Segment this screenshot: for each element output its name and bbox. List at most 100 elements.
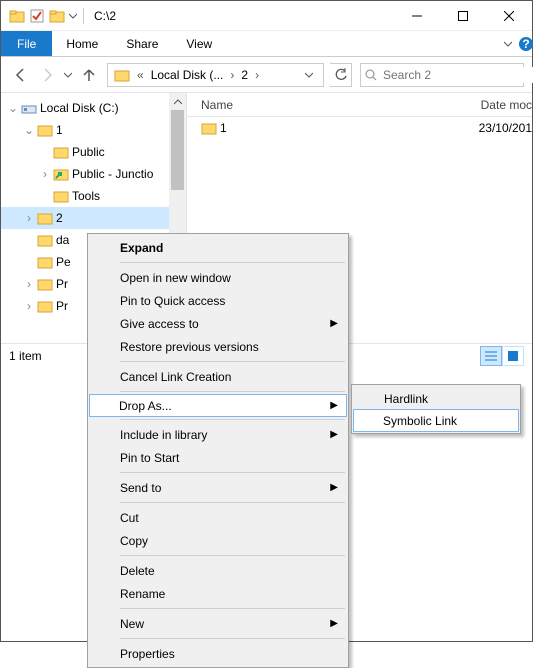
svg-text:?: ?: [522, 37, 529, 51]
chevron-right-icon: ▶: [330, 618, 338, 629]
folder-icon: [37, 210, 53, 226]
tree-item-label[interactable]: Pr: [56, 299, 68, 313]
collapse-icon[interactable]: ⌄: [5, 101, 21, 115]
expand-icon[interactable]: ›: [21, 211, 37, 225]
menu-restore-versions[interactable]: Restore previous versions: [90, 335, 346, 358]
minimize-button[interactable]: [394, 1, 440, 31]
junction-folder-icon: [53, 166, 69, 182]
folder-icon: [37, 232, 53, 248]
collapse-icon[interactable]: ⌄: [21, 123, 37, 137]
expand-icon[interactable]: ›: [37, 167, 53, 181]
menu-copy[interactable]: Copy: [90, 529, 346, 552]
tree-item-label[interactable]: Pe: [56, 255, 71, 269]
address-bar[interactable]: « Local Disk (... › 2 ›: [107, 63, 324, 87]
tree-item-label[interactable]: Tools: [72, 189, 100, 203]
nav-bar: « Local Disk (... › 2 ›: [1, 57, 532, 93]
thumbnails-view-button[interactable]: [502, 346, 524, 366]
menu-pin-start[interactable]: Pin to Start: [90, 446, 346, 469]
menu-rename[interactable]: Rename: [90, 582, 346, 605]
folder-icon: [201, 120, 217, 136]
folder-icon: [110, 64, 134, 86]
chevron-right-icon: ▶: [330, 400, 338, 411]
tree-item-label[interactable]: Local Disk (C:): [40, 101, 119, 115]
separator: [120, 391, 345, 392]
file-name: 1: [220, 121, 479, 135]
close-button[interactable]: [486, 1, 532, 31]
home-tab[interactable]: Home: [52, 31, 112, 56]
maximize-button[interactable]: [440, 1, 486, 31]
folder-icon: [37, 254, 53, 270]
menu-properties[interactable]: Properties: [90, 642, 346, 665]
folder-icon: [53, 144, 69, 160]
scroll-up-icon[interactable]: [169, 93, 186, 110]
address-dropdown-icon[interactable]: [305, 71, 321, 79]
menu-delete[interactable]: Delete: [90, 559, 346, 582]
chevron-right-icon[interactable]: ›: [227, 68, 237, 82]
tree-item-label[interactable]: 2: [56, 211, 63, 225]
search-box[interactable]: [360, 63, 524, 87]
menu-include-library[interactable]: Include in library▶: [90, 423, 346, 446]
back-button[interactable]: [9, 63, 33, 87]
share-tab[interactable]: Share: [112, 31, 172, 56]
drop-as-submenu[interactable]: Hardlink Symbolic Link: [351, 384, 521, 434]
tree-item-label[interactable]: 1: [56, 123, 63, 137]
menu-drop-as[interactable]: Drop As...▶: [89, 394, 347, 417]
separator: [120, 419, 345, 420]
breadcrumb-segment[interactable]: Local Disk (...: [147, 64, 228, 86]
recent-dropdown[interactable]: [61, 63, 75, 87]
separator: [120, 502, 345, 503]
scroll-thumb[interactable]: [171, 110, 184, 190]
chevron-right-icon[interactable]: ›: [252, 68, 262, 82]
menu-cut[interactable]: Cut: [90, 506, 346, 529]
menu-send-to[interactable]: Send to▶: [90, 476, 346, 499]
menu-give-access[interactable]: Give access to▶: [90, 312, 346, 335]
menu-open-new-window[interactable]: Open in new window: [90, 266, 346, 289]
list-item[interactable]: 1 23/10/201: [187, 117, 532, 139]
separator: [120, 608, 345, 609]
expand-icon[interactable]: ›: [21, 277, 37, 291]
menu-new[interactable]: New▶: [90, 612, 346, 635]
search-input[interactable]: [381, 67, 533, 83]
folder-icon: [37, 122, 53, 138]
item-count: 1 item: [9, 349, 42, 363]
view-tab[interactable]: View: [172, 31, 226, 56]
column-date[interactable]: Date moc: [481, 98, 532, 112]
menu-cancel-link[interactable]: Cancel Link Creation: [90, 365, 346, 388]
ribbon-expand-icon[interactable]: [504, 40, 512, 48]
expand-icon[interactable]: ›: [21, 299, 37, 313]
file-date: 23/10/201: [479, 121, 532, 135]
folder-icon: [37, 298, 53, 314]
folder-icon: [53, 188, 69, 204]
details-view-button[interactable]: [480, 346, 502, 366]
separator: [120, 262, 345, 263]
tree-item-label[interactable]: Public - Junctio: [72, 167, 153, 181]
separator: [120, 472, 345, 473]
search-icon: [365, 69, 377, 81]
menu-pin-quick-access[interactable]: Pin to Quick access: [90, 289, 346, 312]
chevron-right-icon: ▶: [330, 318, 338, 329]
tree-item-label[interactable]: Public: [72, 145, 105, 159]
menu-expand[interactable]: Expand: [90, 236, 346, 259]
forward-button[interactable]: [35, 63, 59, 87]
column-headers[interactable]: Name Date moc: [187, 93, 532, 117]
tree-item-label[interactable]: da: [56, 233, 69, 247]
drive-icon: [21, 100, 37, 116]
ribbon: File Home Share View ?: [1, 31, 532, 57]
window-title: C:\2: [94, 9, 116, 23]
breadcrumb-segment[interactable]: 2: [237, 64, 252, 86]
up-button[interactable]: [77, 63, 101, 87]
separator: [120, 361, 345, 362]
help-icon[interactable]: ?: [518, 36, 533, 52]
qa-dropdown-icon[interactable]: [67, 12, 79, 20]
qa-checkbox-icon[interactable]: [27, 8, 47, 24]
chevron-left-icon[interactable]: «: [134, 68, 147, 82]
submenu-hardlink[interactable]: Hardlink: [354, 387, 518, 410]
refresh-button[interactable]: [330, 63, 352, 87]
column-name[interactable]: Name: [201, 98, 481, 112]
chevron-right-icon: ▶: [330, 429, 338, 440]
file-tab[interactable]: File: [1, 31, 52, 56]
submenu-symbolic-link[interactable]: Symbolic Link: [353, 409, 519, 432]
separator: [120, 638, 345, 639]
context-menu[interactable]: Expand Open in new window Pin to Quick a…: [87, 233, 349, 668]
tree-item-label[interactable]: Pr: [56, 277, 68, 291]
